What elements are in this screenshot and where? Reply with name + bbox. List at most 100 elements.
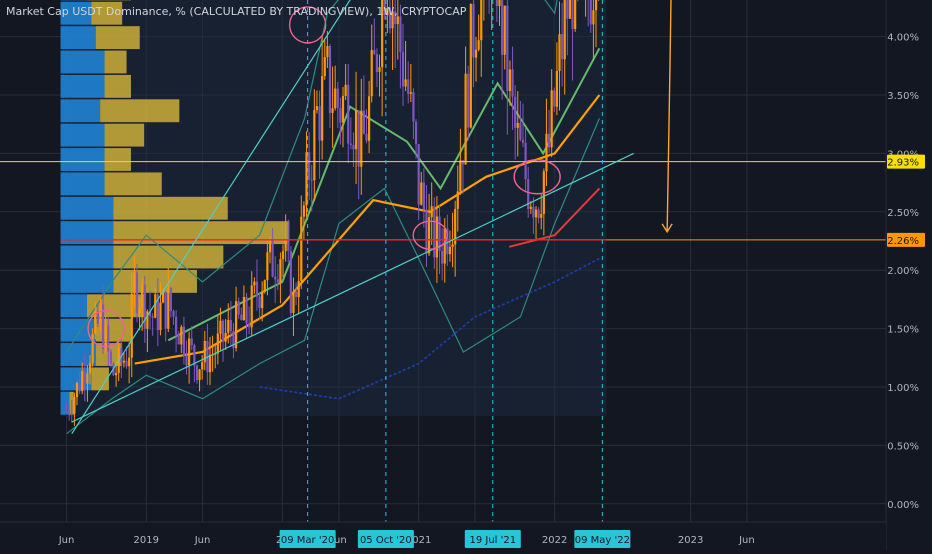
price-candle bbox=[152, 316, 154, 318]
price-candle bbox=[170, 288, 172, 311]
y-tick-label: 2.00% bbox=[887, 266, 919, 277]
price-candle bbox=[449, 247, 451, 254]
price-candle bbox=[472, 4, 474, 58]
price-candle bbox=[185, 356, 187, 366]
price-candle bbox=[251, 285, 253, 327]
volume-profile-bar bbox=[61, 221, 114, 244]
price-candle bbox=[131, 294, 133, 358]
price-candle bbox=[68, 411, 70, 414]
price-candle bbox=[402, 52, 404, 87]
price-candle bbox=[298, 281, 300, 297]
price-candle bbox=[553, 90, 555, 106]
price-candle bbox=[558, 34, 560, 71]
price-candle bbox=[123, 361, 125, 363]
price-candle bbox=[329, 46, 331, 113]
usdt-dominance-chart[interactable]: 8.50%8.00%7.50%7.00%6.50%6.00%5.50%5.00%… bbox=[0, 0, 932, 550]
x-tick-label: Jun bbox=[58, 535, 75, 546]
price-candle bbox=[365, 134, 367, 141]
price-candle bbox=[360, 111, 362, 167]
level-badge: 2.93% bbox=[887, 155, 925, 169]
price-candle bbox=[378, 67, 380, 72]
y-tick-label: 0.00% bbox=[887, 500, 919, 511]
volume-profile-bar bbox=[61, 124, 105, 147]
price-candle bbox=[279, 259, 281, 282]
price-candle bbox=[431, 206, 433, 217]
price-candle bbox=[373, 50, 375, 54]
price-candle bbox=[352, 145, 354, 149]
price-candle bbox=[420, 183, 422, 205]
price-candle bbox=[136, 272, 138, 313]
price-candle bbox=[480, 0, 482, 40]
price-candle bbox=[133, 272, 135, 293]
date-marker-label: 09 Mar '20 bbox=[281, 535, 334, 546]
price-candle bbox=[514, 97, 516, 128]
price-candle bbox=[571, 0, 573, 29]
price-candle bbox=[511, 69, 513, 96]
price-candle bbox=[331, 108, 333, 113]
price-candle bbox=[334, 89, 336, 109]
price-candle bbox=[261, 292, 263, 308]
price-candle bbox=[478, 40, 480, 50]
price-candle bbox=[222, 321, 224, 342]
price-candle bbox=[198, 369, 200, 380]
price-candle bbox=[467, 74, 469, 128]
y-tick-label: 0.50% bbox=[887, 441, 919, 452]
price-candle bbox=[566, 0, 568, 19]
price-candle bbox=[188, 338, 190, 365]
price-candle bbox=[522, 140, 524, 143]
chart-container: 8.50%8.00%7.50%7.00%6.50%6.00%5.50%5.00%… bbox=[0, 0, 932, 550]
price-candle bbox=[504, 6, 506, 55]
price-candle bbox=[428, 217, 430, 253]
price-candle bbox=[441, 251, 443, 264]
price-candle bbox=[92, 334, 94, 363]
price-candle bbox=[172, 311, 174, 317]
price-candle bbox=[517, 123, 519, 128]
price-candle bbox=[509, 69, 511, 91]
price-candle bbox=[355, 110, 357, 149]
date-marker-label: 05 Oct '20 bbox=[360, 535, 412, 546]
volume-profile-bar bbox=[61, 172, 105, 195]
price-candle bbox=[574, 0, 576, 29]
price-candle bbox=[538, 210, 540, 218]
price-candle bbox=[412, 92, 414, 121]
price-candle bbox=[243, 297, 245, 320]
price-candle bbox=[282, 251, 284, 259]
price-candle bbox=[368, 96, 370, 140]
level-badge-label: 2.93% bbox=[887, 158, 919, 169]
x-tick-label: Jun bbox=[194, 535, 211, 546]
price-candle bbox=[345, 85, 347, 96]
price-candle bbox=[227, 320, 229, 333]
volume-profile-bar bbox=[61, 51, 105, 74]
price-candle bbox=[287, 240, 289, 251]
price-candle bbox=[337, 89, 339, 108]
price-candle bbox=[230, 320, 232, 331]
price-candle bbox=[253, 282, 255, 286]
volume-profile-bar bbox=[105, 51, 127, 74]
price-candle bbox=[423, 183, 425, 210]
price-candle bbox=[316, 106, 318, 110]
price-candle bbox=[86, 373, 88, 383]
price-candle bbox=[410, 92, 412, 94]
price-candle bbox=[556, 71, 558, 107]
y-tick-label: 2.50% bbox=[887, 208, 919, 219]
price-candle bbox=[371, 50, 373, 96]
price-candle bbox=[592, 10, 594, 24]
price-candle bbox=[292, 292, 294, 313]
price-candle bbox=[209, 354, 211, 372]
date-marker-badge: 05 Oct '20 bbox=[358, 530, 414, 548]
price-candle bbox=[498, 0, 500, 6]
price-candle bbox=[196, 366, 198, 381]
price-candle bbox=[405, 79, 407, 86]
price-candle bbox=[530, 207, 532, 209]
date-marker-label: 09 May '22 bbox=[575, 535, 630, 546]
price-candle bbox=[183, 327, 185, 356]
volume-profile-bar bbox=[61, 294, 87, 317]
price-candle bbox=[285, 240, 287, 251]
price-candle bbox=[167, 288, 169, 329]
price-candle bbox=[295, 292, 297, 297]
date-marker-badge: 09 Mar '20 bbox=[280, 530, 336, 548]
price-candle bbox=[84, 371, 86, 384]
y-tick-label: 4.00% bbox=[887, 33, 919, 44]
price-candle bbox=[175, 317, 177, 335]
price-candle bbox=[238, 301, 240, 314]
